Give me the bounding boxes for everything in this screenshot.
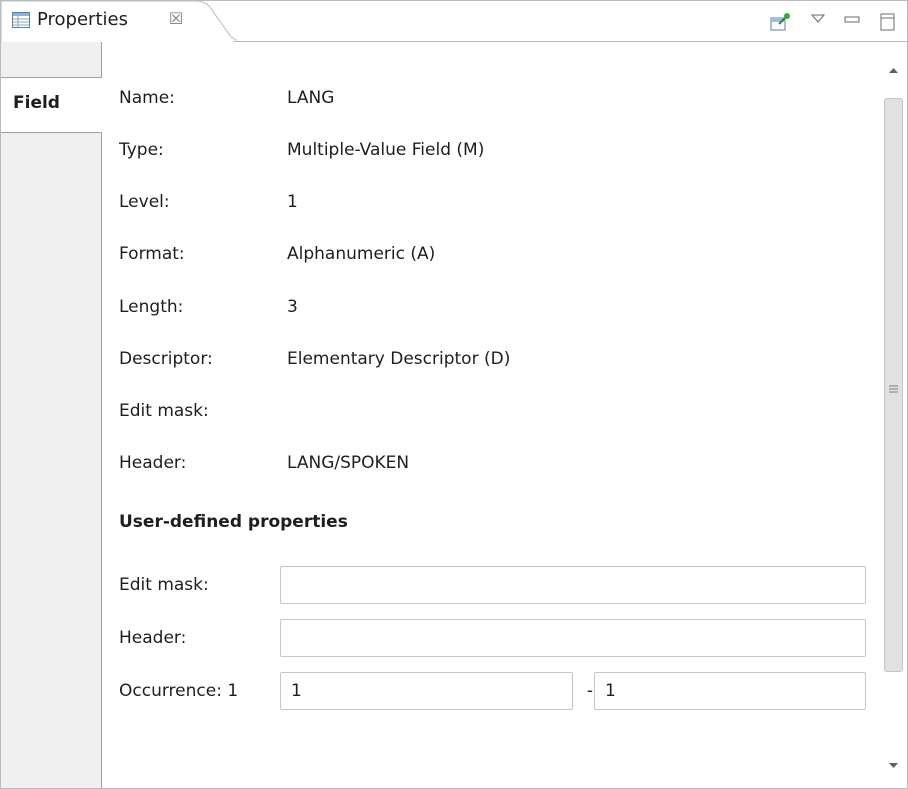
occurrence-label: Occurrence: 1 bbox=[119, 681, 239, 701]
close-icon[interactable]: ☒ bbox=[166, 9, 186, 29]
grip-icon bbox=[889, 379, 898, 393]
scroll-up-arrow-icon[interactable] bbox=[880, 60, 907, 82]
properties-view: Properties ☒ Field Name: LANG Type: Mult… bbox=[0, 0, 908, 789]
occurrence-row: Occurrence: 1 - bbox=[119, 672, 879, 714]
view-tab-strip: Properties ☒ bbox=[1, 1, 907, 42]
tab-properties[interactable]: Properties ☒ bbox=[1, 1, 237, 42]
property-value: Elementary Descriptor (D) bbox=[287, 349, 511, 369]
property-value: Alphanumeric (A) bbox=[287, 244, 436, 264]
property-value: Multiple-Value Field (M) bbox=[287, 140, 485, 160]
edit-mask-label: Edit mask: bbox=[119, 575, 209, 595]
scroll-down-arrow-icon[interactable] bbox=[880, 754, 907, 776]
property-label: Descriptor: bbox=[119, 349, 213, 369]
property-label: Type: bbox=[119, 140, 164, 160]
maximize-icon[interactable] bbox=[877, 11, 899, 33]
tab-properties-label: Properties bbox=[37, 9, 128, 30]
scrollbar-thumb[interactable] bbox=[884, 98, 903, 672]
pin-icon[interactable] bbox=[769, 11, 791, 33]
minimize-icon[interactable] bbox=[841, 11, 863, 33]
property-label: Level: bbox=[119, 192, 170, 212]
vertical-scrollbar[interactable] bbox=[880, 42, 907, 788]
property-value: 1 bbox=[287, 192, 298, 212]
section-tab-field[interactable]: Field bbox=[1, 77, 102, 133]
property-value: LANG bbox=[287, 88, 335, 108]
property-label: Name: bbox=[119, 88, 175, 108]
property-label: Length: bbox=[119, 297, 184, 317]
user-defined-heading: User-defined properties bbox=[119, 512, 348, 532]
property-label: Header: bbox=[119, 453, 187, 473]
section-tab-column: Field bbox=[1, 42, 102, 788]
occurrence-to-input[interactable] bbox=[594, 672, 866, 710]
properties-table-icon bbox=[12, 12, 30, 28]
property-value: LANG/SPOKEN bbox=[287, 453, 410, 473]
properties-content: Name: LANG Type: Multiple-Value Field (M… bbox=[102, 42, 880, 788]
occurrence-from-input[interactable] bbox=[280, 672, 573, 710]
view-menu-icon[interactable] bbox=[807, 11, 829, 33]
section-tab-field-label: Field bbox=[13, 93, 60, 113]
header-input[interactable] bbox=[280, 619, 866, 657]
property-label: Edit mask: bbox=[119, 401, 209, 421]
header-label: Header: bbox=[119, 628, 187, 648]
edit-mask-input[interactable] bbox=[280, 566, 866, 604]
property-label: Format: bbox=[119, 244, 185, 264]
property-value: 3 bbox=[287, 297, 298, 317]
